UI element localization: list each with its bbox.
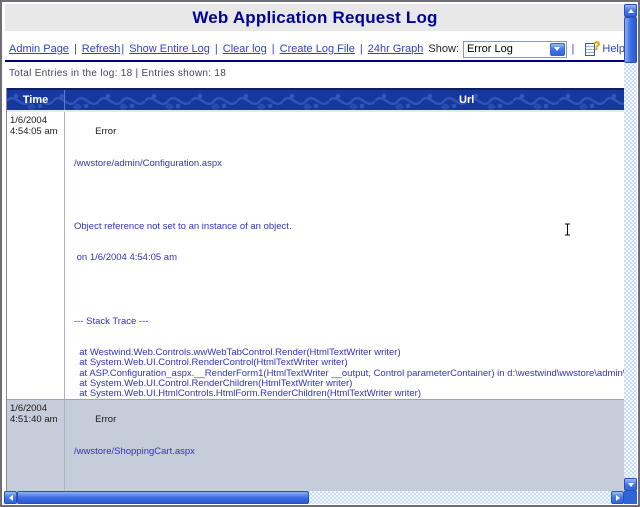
nav-link-refresh[interactable]: Refresh (82, 43, 121, 55)
header-damask-pattern (7, 90, 625, 110)
help-question-glyph: ? (593, 39, 600, 53)
nav-link-admin-page[interactable]: Admin Page (9, 43, 69, 55)
vertical-scrollbar-track[interactable] (624, 4, 637, 491)
nav-link-help[interactable]: Help (602, 43, 625, 55)
nav-separator: | (272, 43, 275, 55)
column-header-time: Time (7, 90, 65, 110)
log-type-label: Error (95, 414, 116, 425)
divider-rule (5, 60, 625, 62)
arrow-left-icon (9, 495, 13, 501)
stack-trace-header: --- Stack Trace --- (74, 317, 625, 327)
nav-bar: Admin Page | Refresh | Show Entire Log |… (9, 39, 625, 59)
vertical-scrollbar[interactable] (624, 4, 637, 491)
log-url-link[interactable]: /wwstore/admin/Configuration.aspx (74, 159, 625, 169)
arrow-down-icon (628, 483, 634, 487)
title-bar: Web Application Request Log (5, 4, 625, 31)
stack-trace-lines: at Westwind.Web.Controls.wwWebTabControl… (74, 348, 625, 399)
table-header-row: Time Url (7, 88, 625, 110)
scroll-up-button[interactable] (624, 4, 637, 17)
nav-separator: | (360, 43, 363, 55)
help-group: ? Help (585, 42, 625, 57)
column-header-url: Url (459, 90, 474, 110)
log-time-cell: 1/6/2004 4:54:05 am (7, 112, 65, 399)
nav-separator: | (572, 43, 575, 55)
error-message-block: Object reference not set to an instance … (74, 201, 625, 284)
nav-link-24hr-graph[interactable]: 24hr Graph (368, 43, 424, 55)
nav-link-show-entire-log[interactable]: Show Entire Log (129, 43, 210, 55)
horizontal-scrollbar-thumb[interactable] (17, 491, 309, 504)
request-log-table: Time Url 1/6/2004 4:54:05 am Error /wwst… (6, 88, 626, 492)
page-title: Web Application Request Log (192, 8, 437, 28)
select-dropdown-button[interactable] (550, 43, 565, 56)
log-row: 1/6/2004 4:54:05 am Error /wwstore/admin… (7, 110, 625, 399)
nav-separator: | (74, 43, 77, 55)
horizontal-scrollbar[interactable] (4, 491, 624, 504)
scroll-left-button[interactable] (4, 491, 17, 504)
entries-status: Total Entries in the log: 18 | Entries s… (9, 68, 619, 79)
nav-link-clear-log[interactable]: Clear log (223, 43, 267, 55)
log-type-select[interactable]: Error Log (463, 41, 567, 58)
log-time-cell: 1/6/2004 4:51:40 am (7, 400, 65, 492)
error-message: Object reference not set to an instance … (74, 222, 625, 232)
help-icon[interactable]: ? (585, 42, 598, 57)
scroll-right-button[interactable] (611, 491, 624, 504)
vertical-scrollbar-thumb[interactable] (624, 17, 637, 63)
log-detail-cell: Error /wwstore/ShoppingCart.aspx Externa… (65, 400, 625, 492)
text-cursor-pointer (563, 223, 572, 236)
arrow-right-icon (616, 495, 620, 501)
log-detail-cell: Error /wwstore/admin/Configuration.aspx … (65, 112, 625, 399)
log-row: 1/6/2004 4:51:40 am Error /wwstore/Shopp… (7, 399, 625, 492)
nav-separator: | (121, 43, 124, 55)
scroll-down-button[interactable] (624, 478, 637, 491)
chevron-down-icon (554, 47, 560, 51)
arrow-up-icon (628, 9, 634, 13)
error-timestamp: on 1/6/2004 4:54:05 am (74, 253, 625, 263)
scrollbar-corner (624, 491, 637, 504)
app-window: Web Application Request Log Admin Page |… (0, 0, 640, 507)
log-type-selected-value: Error Log (464, 43, 513, 55)
log-url-link[interactable]: /wwstore/ShoppingCart.aspx (74, 447, 625, 457)
show-label: Show: (428, 43, 459, 55)
nav-separator: | (215, 43, 218, 55)
nav-link-create-log-file[interactable]: Create Log File (280, 43, 355, 55)
log-type-label: Error (95, 126, 116, 137)
